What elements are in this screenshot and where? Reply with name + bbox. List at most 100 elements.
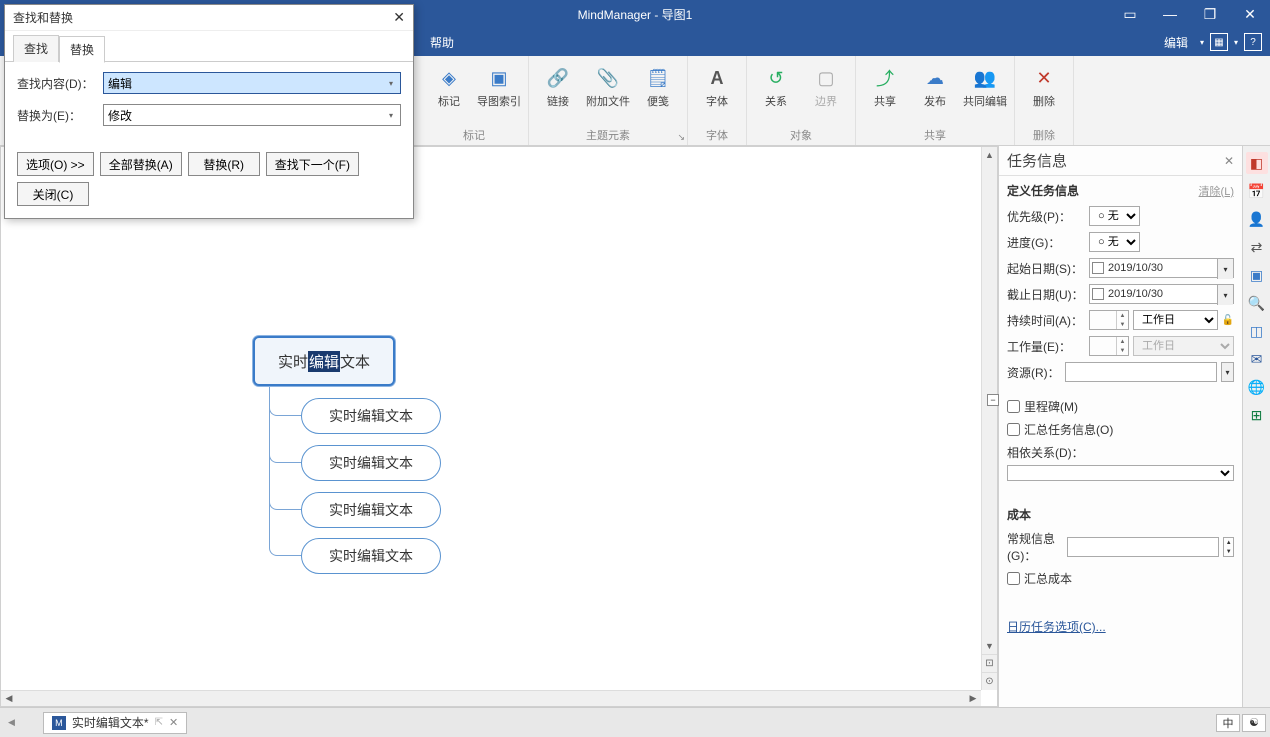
publish-icon: ☁ <box>921 64 949 92</box>
dialog-close-icon[interactable]: ✕ <box>393 9 405 26</box>
options-button[interactable]: 选项(O) >> <box>17 152 94 176</box>
fit-icon[interactable]: ⊡ <box>982 654 997 672</box>
clear-link[interactable]: 清除(L) <box>1199 183 1234 199</box>
subtopic[interactable]: 实时编辑文本 <box>301 445 441 481</box>
replace-all-button[interactable]: 全部替换(A) <box>100 152 182 176</box>
rail-layer-icon[interactable]: ▣ <box>1246 264 1268 286</box>
dependency-select[interactable] <box>1007 465 1234 481</box>
tab-close-icon[interactable]: ✕ <box>169 716 178 729</box>
rail-outlook-icon[interactable]: ✉ <box>1246 348 1268 370</box>
ribbon-coedit[interactable]: 👥 共同编辑 <box>962 60 1008 125</box>
replace-button[interactable]: 替换(R) <box>188 152 260 176</box>
canvas[interactable]: 实时编辑文本 实时编辑文本 实时编辑文本 实时编辑文本 实时编辑文本 ▲ ▼ ⊡… <box>0 146 998 707</box>
layout-icon[interactable]: ▦ <box>1210 33 1228 51</box>
ime-settings[interactable]: ☯ <box>1242 714 1266 732</box>
scroll-right-icon[interactable]: ▶ <box>965 691 981 706</box>
duration-spinner[interactable]: ▲▼ <box>1089 310 1129 330</box>
ime-indicator[interactable]: 中 <box>1216 714 1240 732</box>
tag-icon: ◈ <box>435 64 463 92</box>
ribbon-tag[interactable]: ◈ 标记 <box>426 60 472 125</box>
document-tab-bar: ◀ M 实时编辑文本* ⇱ ✕ 中 ☯ <box>0 707 1270 737</box>
panel-collapse-button[interactable]: − <box>987 394 999 406</box>
document-tab[interactable]: M 实时编辑文本* ⇱ ✕ <box>43 712 187 734</box>
dialog-title-bar[interactable]: 查找和替换 ✕ <box>5 5 413 31</box>
ribbon-map-index[interactable]: ▣ 导图索引 <box>476 60 522 125</box>
tab-replace[interactable]: 替换 <box>59 36 105 63</box>
find-label: 查找内容(D)： <box>17 75 95 92</box>
doc-icon: M <box>52 716 66 730</box>
app-title: MindManager - 导图1 <box>578 6 693 23</box>
replace-input[interactable] <box>103 104 401 126</box>
vertical-scrollbar[interactable]: ▲ ▼ ⊡ ⊙ <box>981 147 997 690</box>
tab-nav-left-icon[interactable]: ◀ <box>8 717 15 728</box>
rail-share-icon[interactable]: ⇄ <box>1246 236 1268 258</box>
tab-pin-icon[interactable]: ⇱ <box>155 717 163 728</box>
subtopic[interactable]: 实时编辑文本 <box>301 492 441 528</box>
find-next-button[interactable]: 查找下一个(F) <box>266 152 359 176</box>
ribbon-delete[interactable]: ✕ 删除 <box>1021 60 1067 125</box>
topic-text-suffix: 文本 <box>340 351 370 372</box>
end-date-value: 2019/10/30 <box>1108 288 1163 300</box>
help-icon[interactable]: ? <box>1244 33 1262 51</box>
ribbon-note[interactable]: 🗒 便笺 <box>635 60 681 125</box>
find-dropdown-icon[interactable]: ▾ <box>382 73 400 93</box>
horizontal-scrollbar[interactable]: ◀ ▶ <box>1 690 981 706</box>
rail-excel-icon[interactable]: ⊞ <box>1246 404 1268 426</box>
resource-input[interactable] <box>1065 362 1217 382</box>
cost-general-input[interactable] <box>1067 537 1219 557</box>
ribbon-group-tag: ◈ 标记 ▣ 导图索引 标记 <box>420 56 529 145</box>
milestone-checkbox[interactable] <box>1007 400 1020 413</box>
duration-unit-select[interactable]: 工作日 <box>1133 310 1218 330</box>
scroll-down-icon[interactable]: ▼ <box>982 638 997 654</box>
rollup-checkbox[interactable] <box>1007 423 1020 436</box>
coedit-icon: 👥 <box>971 64 999 92</box>
ribbon-link[interactable]: 🔗 链接 <box>535 60 581 125</box>
effort-spinner[interactable]: ▲▼ <box>1089 336 1129 356</box>
rail-box-icon[interactable]: ◫ <box>1246 320 1268 342</box>
tab-help[interactable]: 帮助 <box>430 34 454 51</box>
ribbon-group-font: A 字体 字体 <box>688 56 747 145</box>
topic-main[interactable]: 实时编辑文本 <box>253 336 395 386</box>
progress-select[interactable]: ○ 无 <box>1089 232 1140 252</box>
find-input[interactable] <box>103 72 401 94</box>
panel-close-icon[interactable]: ✕ <box>1224 154 1234 168</box>
dropdown-icon[interactable]: ▾ <box>1200 38 1204 47</box>
priority-select[interactable]: ○ 无 <box>1089 206 1140 226</box>
dropdown-icon[interactable]: ▾ <box>1234 38 1238 47</box>
edit-label[interactable]: 编辑 <box>1164 34 1188 51</box>
rail-search-icon[interactable]: 🔍 <box>1246 292 1268 314</box>
scroll-left-icon[interactable]: ◀ <box>1 691 17 706</box>
date-picker-button[interactable]: ▾ <box>1217 285 1233 305</box>
ribbon-share[interactable]: ⤴ 共享 <box>862 60 908 125</box>
date-picker-button[interactable]: ▾ <box>1217 259 1233 279</box>
rail-task-icon[interactable]: ◧ <box>1246 152 1268 174</box>
ribbon-group-object: ↺ 关系 ▢ 边界 对象 <box>747 56 856 145</box>
calendar-options-link[interactable]: 日历任务选项(C)... <box>999 610 1242 643</box>
lock-icon[interactable]: 🔓 <box>1222 315 1234 326</box>
main-area: 实时编辑文本 实时编辑文本 实时编辑文本 实时编辑文本 实时编辑文本 ▲ ▼ ⊡… <box>0 146 1270 707</box>
replace-dropdown-icon[interactable]: ▾ <box>382 105 400 125</box>
subtopic[interactable]: 实时编辑文本 <box>301 398 441 434</box>
ribbon-publish[interactable]: ☁ 发布 <box>912 60 958 125</box>
ribbon-relation[interactable]: ↺ 关系 <box>753 60 799 125</box>
scroll-up-icon[interactable]: ▲ <box>982 147 997 163</box>
ribbon-display-options[interactable]: ▭ <box>1110 0 1150 28</box>
group-launcher[interactable]: ↘ <box>677 132 685 143</box>
subtopic[interactable]: 实时编辑文本 <box>301 538 441 574</box>
rail-calendar-icon[interactable]: 📅 <box>1246 180 1268 202</box>
tab-find[interactable]: 查找 <box>13 35 59 62</box>
rail-person-icon[interactable]: 👤 <box>1246 208 1268 230</box>
ribbon-attach[interactable]: 📎 附加文件 <box>585 60 631 125</box>
ribbon-font[interactable]: A 字体 <box>694 60 740 125</box>
section-cost: 成本 <box>999 500 1242 527</box>
minimize-button[interactable]: — <box>1150 0 1190 28</box>
maximize-button[interactable]: ❐ <box>1190 0 1230 28</box>
dialog-close-button[interactable]: 关闭(C) <box>17 182 89 206</box>
rail-globe-icon[interactable]: 🌐 <box>1246 376 1268 398</box>
close-button[interactable]: ✕ <box>1230 0 1270 28</box>
scrollbar-track[interactable] <box>17 691 965 706</box>
ribbon-boundary: ▢ 边界 <box>803 60 849 125</box>
rollup-cost-checkbox[interactable] <box>1007 572 1020 585</box>
resource-dropdown-button[interactable]: ▾ <box>1221 362 1234 382</box>
center-icon[interactable]: ⊙ <box>982 672 997 690</box>
